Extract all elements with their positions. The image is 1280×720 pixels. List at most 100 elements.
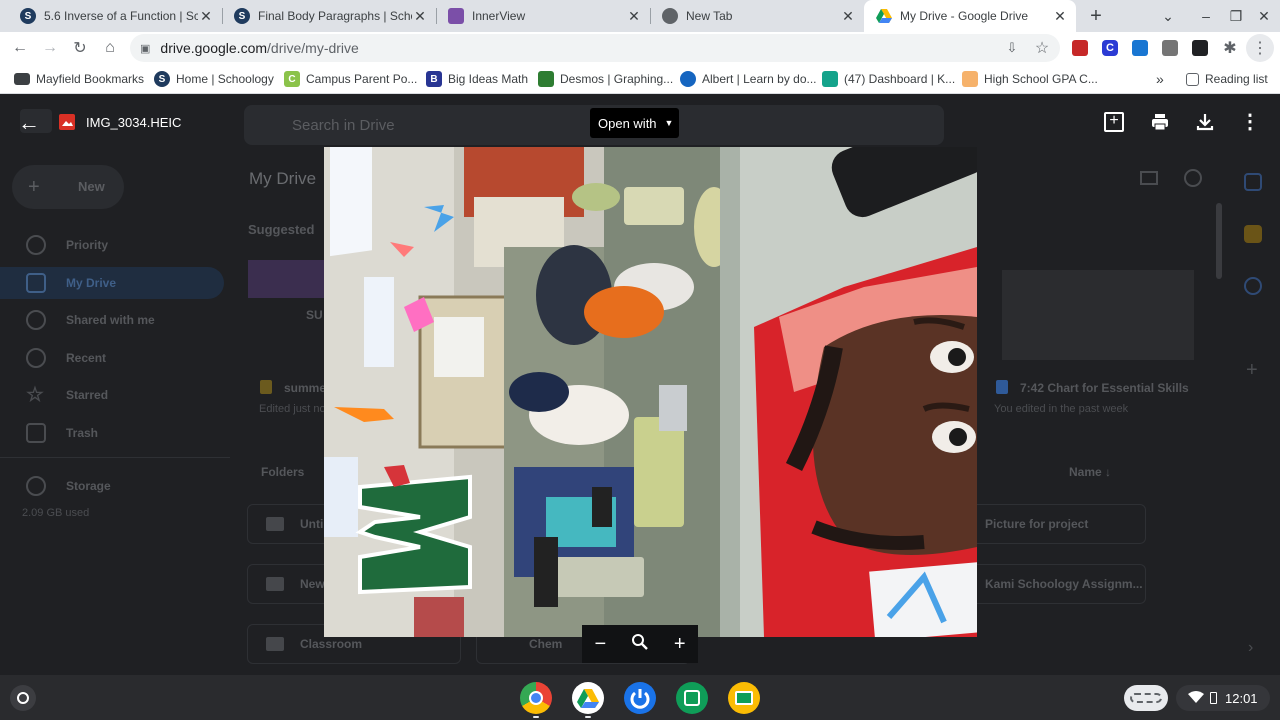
print-icon[interactable] xyxy=(1150,112,1170,132)
suggested-thumb-left[interactable] xyxy=(248,260,324,298)
extension-dn-icon[interactable] xyxy=(1192,40,1208,56)
google-drive-app-icon[interactable] xyxy=(572,682,604,714)
zoom-out-button[interactable]: − xyxy=(594,633,606,656)
close-tab-icon[interactable]: ✕ xyxy=(198,8,214,24)
folder-label: Classroom xyxy=(300,637,363,651)
stylus-tools-button[interactable] xyxy=(1124,685,1168,711)
suggested-left-sub: Edited just no xyxy=(259,403,326,415)
back-icon[interactable]: ← xyxy=(6,34,34,62)
install-app-icon[interactable]: ⇩ xyxy=(998,34,1026,62)
reload-icon[interactable]: ↻ xyxy=(66,34,94,62)
nav-my-drive[interactable]: My Drive xyxy=(26,273,116,293)
open-with-button[interactable]: Open with ▼ xyxy=(590,108,679,138)
suggested-right-sub: You edited in the past week xyxy=(994,403,1129,415)
bookmark-label: (47) Dashboard | K... xyxy=(844,72,956,86)
nav-storage[interactable]: Storage xyxy=(26,476,111,496)
keep-icon[interactable] xyxy=(1244,225,1262,243)
tab-3[interactable]: New Tab ✕ xyxy=(650,0,864,32)
bookmark-folder[interactable]: Mayfield Bookmarks xyxy=(14,70,144,88)
page-title: My Drive xyxy=(249,169,317,188)
tasks-icon[interactable] xyxy=(1244,277,1262,295)
nav-label: Shared with me xyxy=(66,313,155,327)
site-info-icon[interactable]: ▣ xyxy=(140,42,150,55)
extension-wsg-icon[interactable] xyxy=(1132,40,1148,56)
nav-label: Storage xyxy=(66,479,111,493)
folder-label: Kami Schoology Assignm... xyxy=(985,577,1143,591)
download-icon[interactable] xyxy=(1195,112,1215,132)
tab-4-active[interactable]: My Drive - Google Drive ✕ xyxy=(864,0,1076,32)
bookmarks-overflow-button[interactable]: » xyxy=(1156,70,1164,88)
tab-title: Final Body Paragraphs | Schoo xyxy=(258,9,412,23)
folder-label: Unti xyxy=(300,517,324,531)
extension-c-icon[interactable]: C xyxy=(1102,40,1118,56)
address-bar[interactable]: ▣ drive.google.com/drive/my-drive xyxy=(130,34,1060,62)
browser-toolbar: ← → ↻ ⌂ ▣ drive.google.com/drive/my-driv… xyxy=(0,32,1280,64)
url-path: /drive/my-drive xyxy=(267,40,359,56)
shared-icon xyxy=(26,310,46,330)
tab-0[interactable]: S 5.6 Inverse of a Function | Sch ✕ xyxy=(8,0,222,32)
screen-app-icon[interactable] xyxy=(676,682,708,714)
nav-starred[interactable]: ☆ Starred xyxy=(26,385,108,405)
power-app-icon[interactable] xyxy=(624,682,656,714)
more-options-icon[interactable]: ⋮ xyxy=(1240,112,1260,132)
zoom-in-button[interactable]: + xyxy=(674,633,686,656)
bookmark-item[interactable]: Albert | Learn by do... xyxy=(680,70,817,88)
close-window-icon[interactable]: ✕ xyxy=(1248,0,1280,32)
nav-shared[interactable]: Shared with me xyxy=(26,310,155,330)
file-name: IMG_3034.HEIC xyxy=(86,115,182,130)
bookmark-item[interactable]: C Campus Parent Po... xyxy=(284,70,417,88)
zoom-magnifier-icon[interactable] xyxy=(631,633,649,656)
innerview-favicon-icon xyxy=(448,8,464,24)
classroom-app-icon[interactable] xyxy=(728,682,760,714)
nav-recent[interactable]: Recent xyxy=(26,348,106,368)
minimize-icon[interactable]: – xyxy=(1190,0,1222,32)
chrome-menu-icon[interactable]: ⋮ xyxy=(1246,34,1274,62)
close-tab-icon[interactable]: ✕ xyxy=(1052,8,1068,24)
image-file-icon xyxy=(59,114,75,130)
chrome-app-icon[interactable] xyxy=(520,682,552,714)
url-host: drive.google.com xyxy=(160,40,268,56)
bookmark-label: High School GPA C... xyxy=(984,72,1098,86)
list-view-icon[interactable] xyxy=(1140,171,1158,185)
nav-priority[interactable]: Priority xyxy=(26,235,108,255)
bookmark-item[interactable]: S Home | Schoology xyxy=(154,70,274,88)
bookmark-label: Big Ideas Math xyxy=(448,72,529,86)
new-label: New xyxy=(78,179,105,194)
system-tray[interactable]: 12:01 xyxy=(1176,685,1270,711)
close-tab-icon[interactable]: ✕ xyxy=(840,8,856,24)
bookmark-star-icon[interactable]: ☆ xyxy=(1028,34,1056,62)
extension-red-icon[interactable] xyxy=(1072,40,1088,56)
nav-trash[interactable]: Trash xyxy=(26,423,98,443)
forward-icon[interactable]: → xyxy=(36,34,64,62)
bookmark-item[interactable]: High School GPA C... xyxy=(962,70,1098,88)
close-tab-icon[interactable]: ✕ xyxy=(412,8,428,24)
nav-label: Priority xyxy=(66,238,109,252)
new-tab-button[interactable]: + xyxy=(1080,0,1112,32)
google-drive-favicon-icon xyxy=(876,8,892,24)
calendar-icon[interactable] xyxy=(1244,173,1262,191)
bookmark-item[interactable]: (47) Dashboard | K... xyxy=(822,70,955,88)
docs-icon xyxy=(996,380,1008,394)
add-addon-icon[interactable]: + xyxy=(1246,359,1258,382)
bookmark-label: Campus Parent Po... xyxy=(306,72,418,86)
launcher-button[interactable] xyxy=(10,685,36,711)
back-arrow-icon[interactable]: ← xyxy=(18,110,44,136)
chevron-right-icon[interactable]: › xyxy=(1248,639,1253,657)
home-icon[interactable]: ⌂ xyxy=(96,34,124,62)
name-sort-button[interactable]: Name ↓ xyxy=(1069,465,1111,479)
extension-gray-icon[interactable] xyxy=(1162,40,1178,56)
clock-icon xyxy=(26,348,46,368)
bookmark-item[interactable]: Desmos | Graphing... xyxy=(538,70,673,88)
bookmark-item[interactable]: B Big Ideas Math xyxy=(426,70,528,88)
scrollbar[interactable] xyxy=(1216,203,1222,279)
reading-list-button[interactable]: Reading list xyxy=(1186,70,1268,88)
close-tab-icon[interactable]: ✕ xyxy=(626,8,642,24)
tab-1[interactable]: S Final Body Paragraphs | Schoo ✕ xyxy=(222,0,436,32)
tab-2[interactable]: InnerView ✕ xyxy=(436,0,650,32)
tab-search-chevron-icon[interactable]: ⌄ xyxy=(1152,0,1184,32)
suggested-doc-thumb[interactable] xyxy=(1002,270,1194,360)
info-icon[interactable] xyxy=(1184,169,1202,187)
add-comment-icon[interactable]: + xyxy=(1104,112,1124,132)
extensions-puzzle-icon[interactable]: ✱ xyxy=(1216,34,1244,62)
schoology-icon: S xyxy=(154,71,170,87)
